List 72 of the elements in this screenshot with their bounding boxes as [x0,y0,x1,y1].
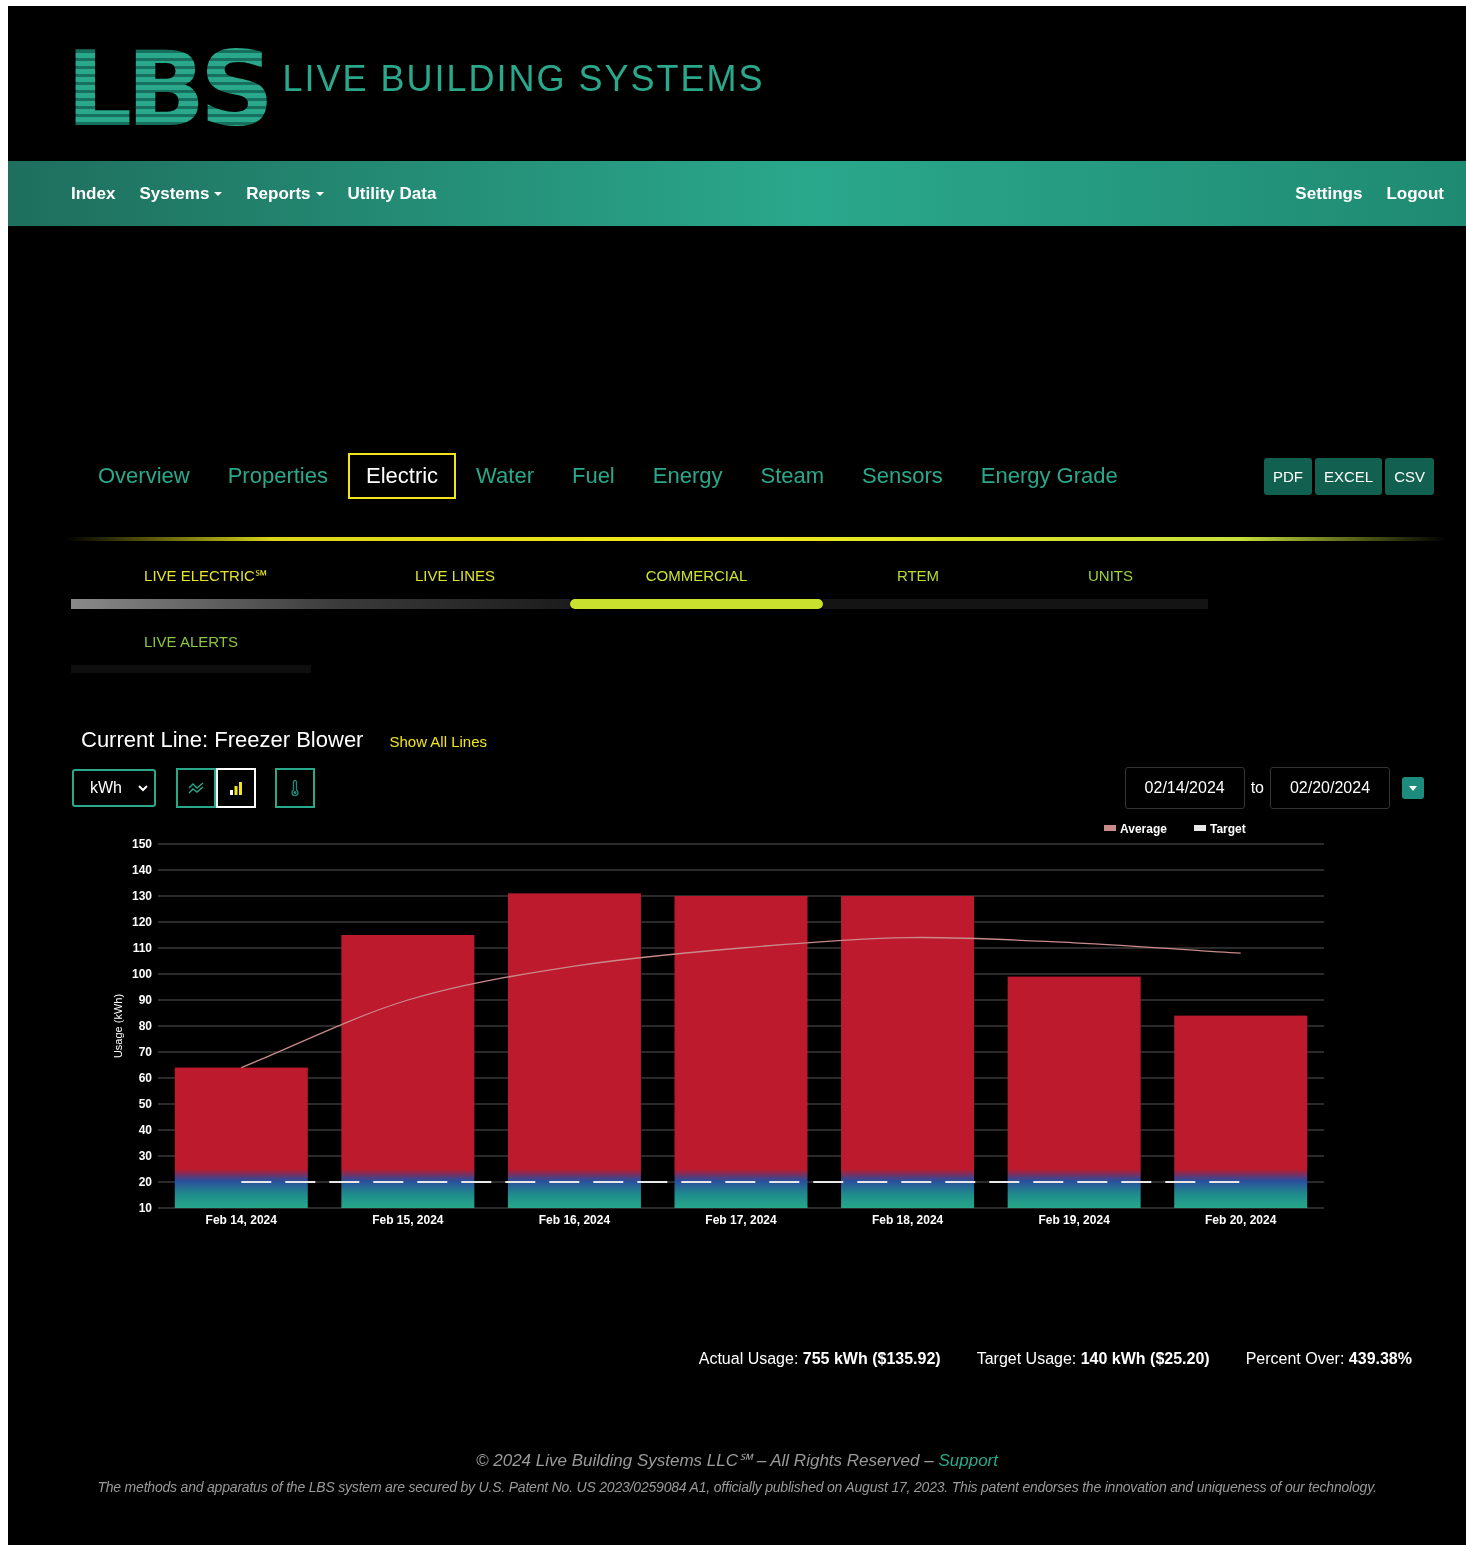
sub-tab[interactable]: LIVE ELECTRIC℠ [144,567,267,585]
x-tick-label: Feb 18, 2024 [871,1213,944,1227]
y-tick-label: 150 [131,837,152,851]
patent-notice: The methods and apparatus of the LBS system are secured by U.S. Patent No. US 2023/0259084 A1, officially published on August 17, 2023. This patent endorses the innovation and uniqueness of our technology. [96,1479,1378,1495]
x-tick-label: Feb 14, 2024 [205,1213,277,1227]
chevron-icon [138,784,148,792]
dropdown-button[interactable] [1402,777,1424,799]
to-label: to [1250,779,1264,797]
caret-icon [1409,785,1417,791]
unit-select[interactable]: kWh [72,769,156,807]
tab[interactable]: Properties [209,453,346,499]
y-tick-label: 70 [138,1045,152,1059]
nav-item[interactable]: Index [71,183,116,204]
show-all-lines-link[interactable]: Show All Lines [389,733,487,750]
nav-item[interactable]: Settings [1295,183,1363,204]
brand-title: LIVE BUILDING SYSTEMS [282,57,765,100]
summary-stat: Percent Over: 439.38% [1245,1350,1412,1368]
tab[interactable]: Energy [634,453,741,499]
y-axis-label: Usage (kWh) [112,993,124,1059]
tab[interactable]: Electric [347,453,457,499]
start-date-field[interactable]: 02/14/2024 [1124,767,1245,809]
summary-stat: Target Usage: 140 kWh ($25.20) [976,1350,1210,1368]
y-tick-label: 120 [131,915,152,929]
chart-type-button[interactable] [176,768,216,808]
y-tick-label: 30 [138,1149,152,1163]
thermometer-icon [291,780,299,796]
legend-label[interactable]: Target [1210,822,1246,836]
nav-item[interactable]: Systems [139,183,223,204]
x-tick-label: Feb 19, 2024 [1038,1213,1110,1227]
sub-tab[interactable]: LIVE ALERTS [144,633,238,651]
x-tick-label: Feb 17, 2024 [705,1213,777,1227]
sub-tab[interactable]: UNITS [1088,567,1133,585]
sub-tab[interactable]: LIVE LINES [414,567,495,585]
bar-chart-icon [229,781,243,795]
export-button[interactable]: EXCEL [1314,457,1383,495]
copyright-text: © 2024 Live Building Systems LLC℠ – All Rights Reserved – Support [475,1450,1000,1471]
tab[interactable]: Overview [80,453,208,499]
caret-icon [315,191,324,196]
x-tick-label: Feb 20, 2024 [1205,1213,1277,1227]
support-link[interactable]: Support [938,1451,998,1470]
export-button[interactable]: CSV [1385,457,1434,495]
y-tick-label: 50 [138,1097,152,1111]
tab[interactable]: Water [458,453,552,499]
x-tick-label: Feb 16, 2024 [538,1213,611,1227]
line-chart-icon [188,782,204,794]
temperature-button[interactable] [275,768,315,808]
end-date-field[interactable]: 02/20/2024 [1270,767,1390,809]
tab[interactable]: Energy Grade [962,453,1136,499]
tab[interactable]: Fuel [553,453,633,499]
nav-item[interactable]: Utility Data [347,183,437,204]
nav-item[interactable]: Reports [246,183,324,204]
y-tick-label: 100 [131,967,152,981]
caret-icon [214,191,223,196]
sub-tab[interactable]: RTEM [896,567,940,585]
nav-item[interactable]: Logout [1386,183,1444,204]
current-line-title: Current Line: Freezer Blower [81,727,364,753]
export-button[interactable]: PDF [1263,457,1312,495]
y-tick-label: 20 [138,1175,152,1189]
y-tick-label: 110 [132,941,152,955]
y-tick-label: 40 [138,1123,152,1137]
x-tick-label: Feb 15, 2024 [372,1213,444,1227]
y-tick-label: 60 [138,1071,152,1085]
y-tick-label: 90 [138,993,152,1007]
y-tick-label: 10 [138,1201,152,1215]
y-tick-label: 130 [131,889,152,903]
tab[interactable]: Sensors [844,453,961,499]
summary-stat: Actual Usage: 755 kWh ($135.92) [698,1350,941,1368]
legend-label[interactable]: Average [1120,822,1167,836]
sub-tab[interactable]: COMMERCIAL [645,567,748,585]
y-tick-label: 80 [138,1019,152,1033]
tab[interactable]: Steam [742,453,843,499]
y-tick-label: 140 [131,863,152,877]
